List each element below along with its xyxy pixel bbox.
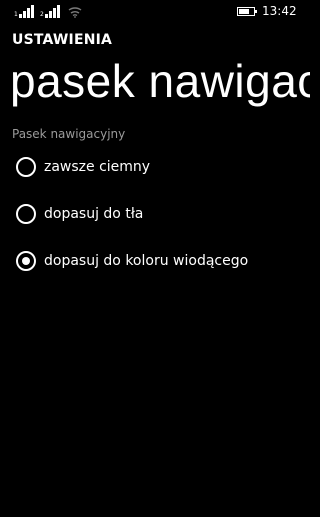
option-label: dopasuj do tła [44,206,144,222]
status-bar[interactable]: 1 2 13:42 [0,0,310,24]
option-match-accent-color[interactable]: dopasuj do koloru wiodącego [12,246,302,280]
option-always-dark[interactable]: zawsze ciemny [12,152,302,186]
option-label: dopasuj do koloru wiodącego [44,253,249,269]
status-time: 13:42 [262,4,297,18]
radio-button-icon[interactable] [16,251,36,271]
signal-sim1-icon: 1 [14,5,36,18]
app-title: USTAWIENIA [12,32,113,48]
radio-button-icon[interactable] [16,157,36,177]
settings-screen: 1 2 13:42 USTAWIENIA pasek nawigacyjny P [0,0,310,517]
battery-fill [239,9,250,14]
option-match-background[interactable]: dopasuj do tła [12,199,302,233]
radio-button-icon[interactable] [16,204,36,224]
sim1-label: 1 [14,11,18,18]
battery-icon [237,7,257,16]
section-label: Pasek nawigacyjny [12,127,126,141]
option-label: zawsze ciemny [44,159,151,175]
wifi-icon [68,7,82,18]
radio-dot [22,257,30,265]
signal-sim2-icon: 2 [40,5,62,18]
page-title: pasek nawigacyjny [10,55,310,107]
sim2-label: 2 [40,11,44,18]
